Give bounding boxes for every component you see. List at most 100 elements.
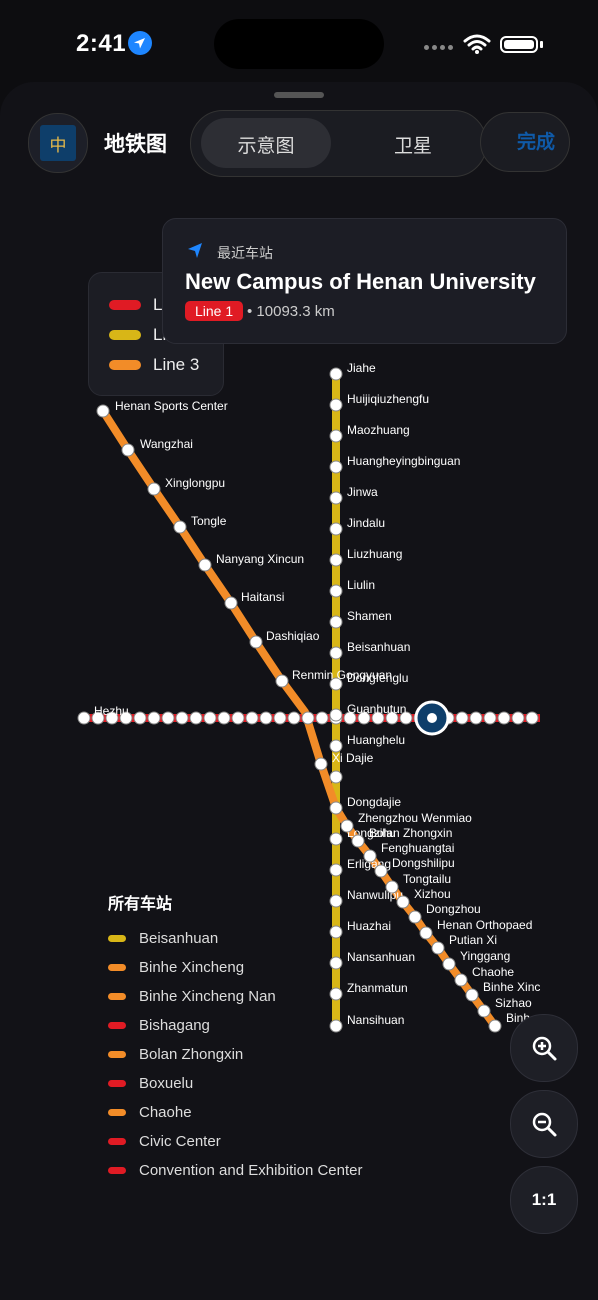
line1-station-dot[interactable] <box>217 711 231 725</box>
line3-station-dot[interactable] <box>431 941 445 955</box>
line-color-swatch <box>108 1051 126 1058</box>
line1-station-dot[interactable] <box>245 711 259 725</box>
station-list-item[interactable]: Civic Center <box>108 1127 362 1156</box>
line-color-swatch <box>108 964 126 971</box>
line3-station-label: Renmin Gongyuan <box>292 668 392 682</box>
line3-station-dot[interactable] <box>96 404 110 418</box>
station-list-item[interactable]: Bolan Zhongxin <box>108 1040 362 1069</box>
line2-station-dot[interactable] <box>329 553 343 567</box>
line3-station-dot[interactable] <box>419 926 433 940</box>
line2-station-dot[interactable] <box>329 832 343 846</box>
line3-station-dot[interactable] <box>465 988 479 1002</box>
line3-station-dot[interactable] <box>363 849 377 863</box>
line1-station-dot[interactable] <box>133 711 147 725</box>
line2-station-label: Huanghelu <box>347 733 405 747</box>
line2-station-dot[interactable] <box>329 708 343 722</box>
all-stations-heading: 所有车站 <box>108 896 173 913</box>
line3-station-dot[interactable] <box>147 482 161 496</box>
station-name: Binhe Xincheng Nan <box>139 988 276 1005</box>
line3-station-dot[interactable] <box>249 635 263 649</box>
station-list-item[interactable]: Binhe Xincheng <box>108 953 362 982</box>
station-list-item[interactable]: Boxuelu <box>108 1069 362 1098</box>
line3-station-dot[interactable] <box>224 596 238 610</box>
line2-station-dot[interactable] <box>329 398 343 412</box>
station-list-item[interactable]: Beisanhuan <box>108 924 362 953</box>
line1-station-dot[interactable] <box>77 711 91 725</box>
line3-station-dot[interactable] <box>198 558 212 572</box>
line1-station-dot[interactable] <box>287 711 301 725</box>
line2-station-dot[interactable] <box>329 522 343 536</box>
line2-station-label: Jiahe <box>347 361 376 375</box>
nearest-caption: 最近车站 <box>217 245 273 261</box>
line3-station-dot[interactable] <box>454 973 468 987</box>
station-list-item[interactable]: Chaohe <box>108 1098 362 1127</box>
line3-station-dot[interactable] <box>374 864 388 878</box>
zoom-out-button[interactable] <box>510 1090 578 1158</box>
line-color-swatch <box>108 993 126 1000</box>
station-list-item[interactable]: Bishagang <box>108 1011 362 1040</box>
line3-station-label: Xi Dajie <box>332 751 374 765</box>
line1-station-dot[interactable] <box>511 711 525 725</box>
line1-station-dot[interactable] <box>273 711 287 725</box>
line3-station-label: Henan Sports Center <box>115 399 228 413</box>
line3-station-dot[interactable] <box>488 1019 502 1033</box>
line1-station-dot[interactable] <box>175 711 189 725</box>
line2-station-dot[interactable] <box>329 646 343 660</box>
line1-station-dot[interactable] <box>147 711 161 725</box>
line-color-swatch <box>108 1138 126 1145</box>
line1-station-dot[interactable] <box>189 711 203 725</box>
line2-station-label: Guanhutun <box>347 702 406 716</box>
zoom-in-button[interactable] <box>510 1014 578 1082</box>
line3-station-label: Dongshilipu <box>392 856 455 870</box>
line2-station-label: Beisanhuan <box>347 640 410 654</box>
line1-station-dot[interactable] <box>525 711 539 725</box>
line3-station-dot[interactable] <box>314 757 328 771</box>
line3-station-dot[interactable] <box>351 834 365 848</box>
line2-station-dot[interactable] <box>329 429 343 443</box>
line-color-swatch <box>108 1109 126 1116</box>
current-location-dot <box>427 713 437 723</box>
line3-station-dot[interactable] <box>477 1004 491 1018</box>
line3-station-label: Putian Xi <box>449 933 497 947</box>
line3-station-dot[interactable] <box>275 674 289 688</box>
reset-zoom-button[interactable]: 1:1 <box>510 1166 578 1234</box>
line1-station-dot[interactable] <box>497 711 511 725</box>
line1-partial-label: Hezhu <box>94 704 129 718</box>
nearest-station-card[interactable]: 最近车站 New Campus of Henan University Line… <box>162 218 567 344</box>
line3-station-dot[interactable] <box>121 443 135 457</box>
station-list-item[interactable]: Binhe Xincheng Nan <box>108 982 362 1011</box>
line3-station-dot[interactable] <box>442 957 456 971</box>
line2-station-dot[interactable] <box>329 615 343 629</box>
line1-station-dot[interactable] <box>455 711 469 725</box>
line1-station-dot[interactable] <box>203 711 217 725</box>
station-list-item[interactable]: Convention and Exhibition Center <box>108 1156 362 1185</box>
station-name: Convention and Exhibition Center <box>139 1162 363 1179</box>
line2-station-dot[interactable] <box>329 770 343 784</box>
line1-station-dot[interactable] <box>483 711 497 725</box>
line2-station-dot[interactable] <box>329 460 343 474</box>
line2-station-label: Jindalu <box>347 516 385 530</box>
line1-station-dot[interactable] <box>315 711 329 725</box>
line1-station-dot[interactable] <box>231 711 245 725</box>
line2-station-dot[interactable] <box>329 491 343 505</box>
line3-station-dot[interactable] <box>340 819 354 833</box>
line3-station-label: Nanyang Xincun <box>216 552 304 566</box>
line1-station-dot[interactable] <box>161 711 175 725</box>
line1-station-dot[interactable] <box>301 711 315 725</box>
line3-station-dot[interactable] <box>173 520 187 534</box>
line1-station-dot[interactable] <box>259 711 273 725</box>
line2-station-dot[interactable] <box>329 367 343 381</box>
station-name: Civic Center <box>139 1133 221 1150</box>
legend-swatch <box>109 330 141 340</box>
line3-station-dot[interactable] <box>396 895 410 909</box>
line1-station-dot[interactable] <box>469 711 483 725</box>
line3-station-dot[interactable] <box>385 880 399 894</box>
line2-station-dot[interactable] <box>329 584 343 598</box>
line2-station-dot[interactable] <box>329 863 343 877</box>
line2-station-label: Dongdajie <box>347 795 401 809</box>
all-stations-list: 所有车站 Beisanhuan Binhe Xincheng Binhe Xinch… <box>108 890 362 1185</box>
line3-station-label: Sizhao <box>495 996 532 1010</box>
line3-station-label: Haitansi <box>241 590 284 604</box>
line3-station-dot[interactable] <box>408 910 422 924</box>
line2-station-dot[interactable] <box>329 801 343 815</box>
